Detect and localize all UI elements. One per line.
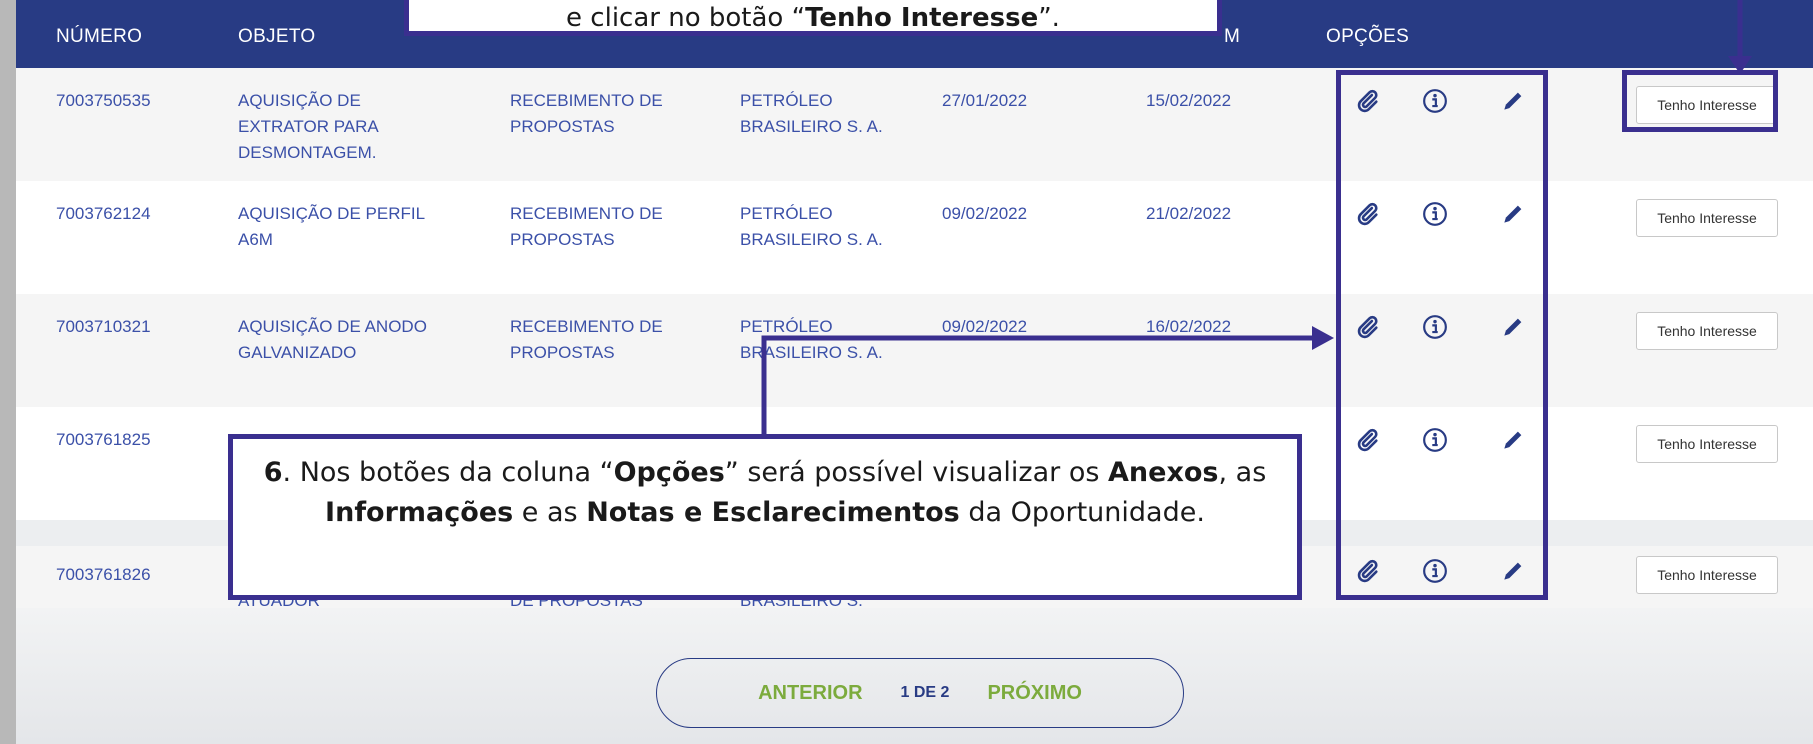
- annotation-arrows: [761, 0, 1752, 436]
- arrow-line-options: [761, 335, 1316, 436]
- callout-step-number: 6: [263, 457, 283, 488]
- callout-top-end: ”.: [1038, 3, 1060, 33]
- callout-opcoes: 6. Nos botões da coluna “Opções” será po…: [228, 434, 1302, 600]
- callout-bold-anexos: Anexos: [1108, 457, 1219, 488]
- callout-text: ” será possível visualizar os: [724, 457, 1109, 488]
- callout-tenho-interesse: e clicar no botão “Tenho Interesse”.: [404, 0, 1222, 36]
- callout-text: , as: [1218, 457, 1267, 488]
- callout-text: . Nos botões da coluna “: [282, 457, 614, 488]
- arrow-head-options: [1312, 326, 1334, 350]
- callout-bold-notas: Notas e Esclarecimentos: [586, 497, 960, 528]
- callout-top-bold: Tenho Interesse: [805, 3, 1039, 33]
- callout-text: e as: [513, 497, 587, 528]
- callout-top-text: e clicar no botão “: [566, 3, 806, 33]
- arrow-head-top: [1728, 56, 1752, 74]
- callout-text: da Oportunidade.: [959, 497, 1205, 528]
- callout-bold-informacoes: Informações: [325, 497, 514, 528]
- callout-bold-opcoes: Opções: [613, 457, 725, 488]
